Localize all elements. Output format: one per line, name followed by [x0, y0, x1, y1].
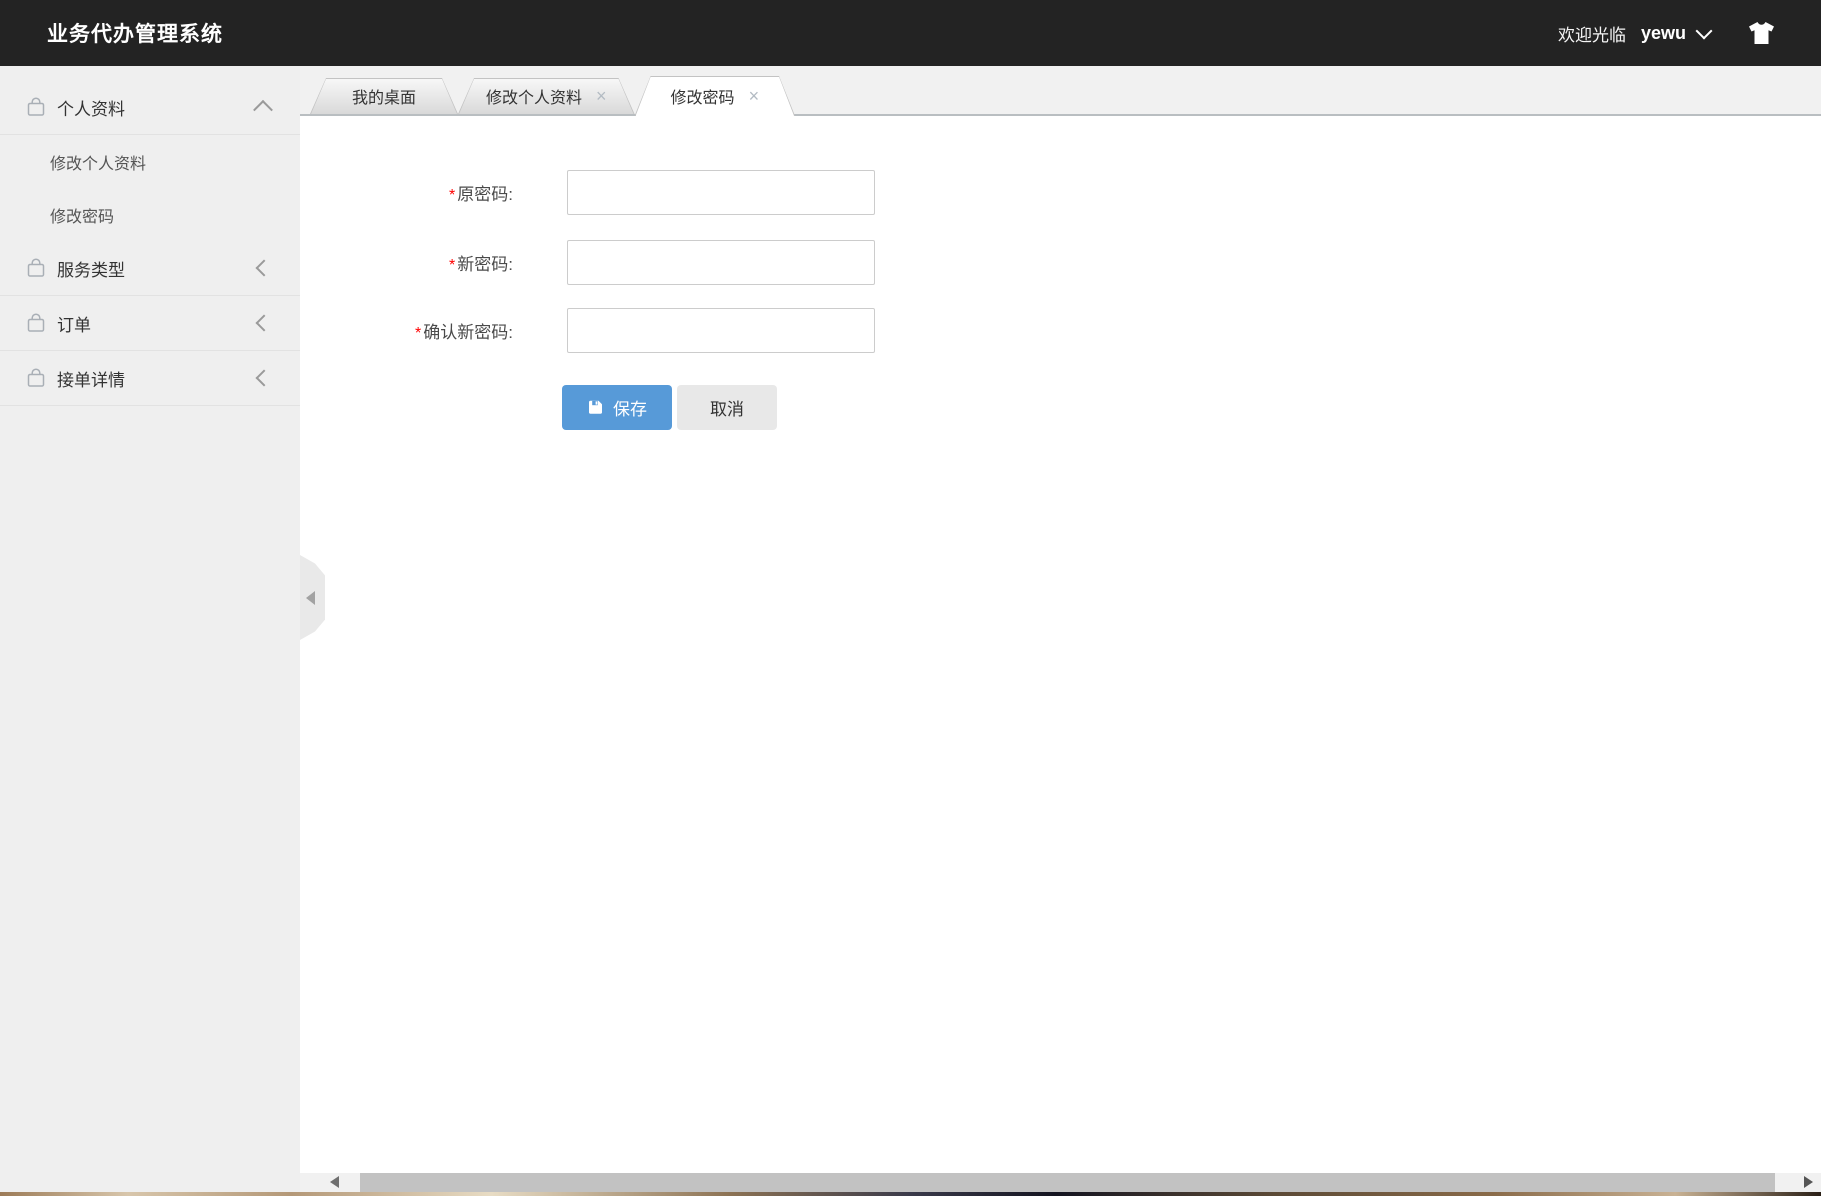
- sidebar-item-label: 订单: [57, 315, 91, 335]
- tab-label: 我的桌面: [352, 90, 417, 107]
- save-button[interactable]: 保存: [562, 385, 672, 430]
- cancel-button-label: 取消: [710, 400, 744, 419]
- form-row-old-password: * 原密码:: [300, 170, 875, 215]
- form-row-confirm-password: * 确认新密码:: [300, 308, 875, 353]
- sidebar-subitem-label: 修改个人资料: [50, 155, 147, 173]
- scrollbar-thumb[interactable]: [360, 1173, 1775, 1192]
- sidebar: 个人资料 修改个人资料 修改密码 服务类型 订单 接单详情: [0, 66, 300, 1192]
- tshirt-icon[interactable]: [1748, 21, 1775, 45]
- app-title: 业务代办管理系统: [47, 23, 223, 46]
- tab-my-desktop[interactable]: 我的桌面: [310, 78, 458, 114]
- required-mark: *: [449, 257, 456, 274]
- sidebar-item-service-type[interactable]: 服务类型: [0, 241, 300, 296]
- sidebar-item-label: 服务类型: [57, 260, 125, 280]
- cancel-button[interactable]: 取消: [677, 385, 777, 430]
- save-icon: [589, 400, 602, 414]
- chevron-left-icon: [255, 259, 273, 277]
- sidebar-item-label: 接单详情: [57, 370, 125, 390]
- scroll-left-arrow-icon[interactable]: [330, 1176, 339, 1188]
- chevron-up-icon: [253, 99, 273, 120]
- top-bar-right: 欢迎光临 yewu: [1558, 21, 1775, 46]
- sidebar-subitem-label: 修改密码: [50, 208, 115, 226]
- top-bar: 业务代办管理系统 欢迎光临 yewu: [0, 0, 1821, 66]
- field-label: * 确认新密码:: [415, 323, 513, 342]
- tab-label: 修改密码: [670, 90, 735, 107]
- bag-icon: [27, 368, 45, 387]
- save-button-label: 保存: [613, 400, 647, 419]
- sidebar-subitem-change-password[interactable]: 修改密码: [0, 188, 300, 241]
- scroll-right-arrow-icon[interactable]: [1804, 1176, 1813, 1188]
- tab-edit-profile[interactable]: 修改个人资料 ×: [458, 78, 635, 114]
- desktop-wallpaper-strip: [0, 1192, 1821, 1196]
- old-password-input[interactable]: [567, 170, 875, 215]
- field-label: * 新密码:: [449, 255, 513, 274]
- main-area: 我的桌面 修改个人资料 × 修改密码 × * 原密码: * 新密码: * 确认新密码:: [300, 66, 1821, 1173]
- horizontal-scrollbar[interactable]: [300, 1173, 1821, 1192]
- bag-icon: [27, 258, 45, 277]
- bag-icon: [27, 313, 45, 332]
- sidebar-subitem-edit-profile[interactable]: 修改个人资料: [0, 135, 300, 188]
- username-dropdown[interactable]: yewu: [1641, 23, 1686, 44]
- sidebar-item-orders[interactable]: 订单: [0, 296, 300, 351]
- tab-label: 修改个人资料: [486, 90, 583, 107]
- form-row-new-password: * 新密码:: [300, 240, 875, 285]
- chevron-left-icon: [255, 314, 273, 332]
- new-password-input[interactable]: [567, 240, 875, 285]
- change-password-panel: * 原密码: * 新密码: * 确认新密码: 保存 取消: [300, 116, 1821, 1173]
- sidebar-item-personal-info[interactable]: 个人资料: [0, 80, 300, 135]
- close-icon[interactable]: ×: [749, 87, 760, 105]
- confirm-password-input[interactable]: [567, 308, 875, 353]
- chevron-left-icon: [255, 369, 273, 387]
- tab-change-password[interactable]: 修改密码 ×: [635, 76, 796, 116]
- chevron-down-icon[interactable]: [1695, 22, 1713, 39]
- collapse-arrow-icon: [306, 590, 315, 605]
- tab-bar: 我的桌面 修改个人资料 × 修改密码 ×: [300, 66, 1821, 116]
- tab-bar-divider: [300, 114, 1821, 116]
- required-mark: *: [415, 325, 422, 342]
- required-mark: *: [449, 187, 456, 204]
- welcome-text: 欢迎光临: [1557, 25, 1626, 45]
- sidebar-item-label: 个人资料: [57, 99, 125, 119]
- bag-icon: [27, 97, 45, 116]
- close-icon[interactable]: ×: [596, 87, 607, 105]
- sidebar-item-order-details[interactable]: 接单详情: [0, 351, 300, 406]
- field-label: * 原密码:: [449, 185, 513, 204]
